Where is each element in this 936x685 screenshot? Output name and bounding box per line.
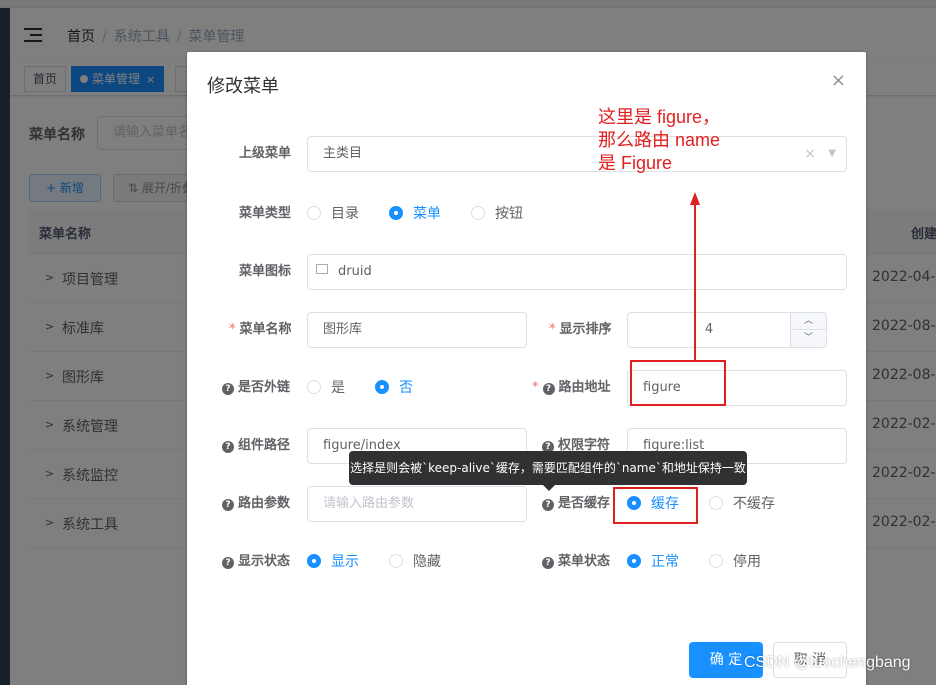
menu-icon-label: 菜单图标 xyxy=(239,264,292,279)
route-path-label: *? 路由地址 xyxy=(532,380,611,395)
menu-name-input[interactable]: 图形库 xyxy=(307,312,527,348)
menu-type-label: 菜单类型 xyxy=(239,206,292,221)
radio-type-directory[interactable]: 目录 xyxy=(307,196,359,232)
radio-cache-no[interactable]: 不缓存 xyxy=(709,486,775,522)
display-order-stepper[interactable]: 4 ︿ ﹀ xyxy=(627,312,827,348)
radio-status-disabled[interactable]: 停用 xyxy=(709,544,761,580)
chevron-down-icon: ▼ xyxy=(828,148,836,159)
increase-button[interactable]: ︿ xyxy=(790,313,826,330)
watermark: CSDN @luochengbang xyxy=(744,654,911,671)
radio-external-yes[interactable]: 是 xyxy=(307,370,345,406)
close-icon[interactable]: × xyxy=(831,70,846,91)
cache-label: ? 是否缓存 xyxy=(542,486,610,522)
annotation-arrow xyxy=(690,192,700,362)
display-order-label: * 显示排序 xyxy=(549,322,612,337)
picture-icon xyxy=(316,264,328,274)
tooltip-arrow xyxy=(543,485,555,491)
component-path-label: ? 组件路径 xyxy=(222,428,290,464)
route-query-label: ? 路由参数 xyxy=(222,486,290,522)
radio-external-no[interactable]: 否 xyxy=(375,370,413,406)
parent-menu-label: 上级菜单 xyxy=(239,146,292,161)
question-icon[interactable]: ? xyxy=(542,383,555,395)
highlight-route-path xyxy=(630,360,726,406)
radio-type-button[interactable]: 按钮 xyxy=(471,196,523,232)
question-icon[interactable]: ? xyxy=(222,441,234,453)
radio-type-menu[interactable]: 菜单 xyxy=(389,196,441,232)
radio-status-normal[interactable]: 正常 xyxy=(627,544,679,580)
menu-icon-input[interactable]: druid xyxy=(307,254,847,290)
highlight-cache xyxy=(613,487,698,524)
cache-tooltip: 选择是则会被`keep-alive`缓存，需要匹配组件的`name`和地址保持一… xyxy=(349,451,747,485)
radio-visible-hide[interactable]: 隐藏 xyxy=(389,544,441,580)
parent-menu-select[interactable]: 主类目 × ▼ xyxy=(307,136,847,172)
clear-icon[interactable]: × xyxy=(804,137,816,171)
radio-visible-show[interactable]: 显示 xyxy=(307,544,359,580)
external-link-label: ? 是否外链 xyxy=(222,370,290,406)
question-icon[interactable]: ? xyxy=(542,499,554,511)
route-query-input[interactable]: 请输入路由参数 xyxy=(307,486,527,522)
question-icon[interactable]: ? xyxy=(222,383,234,395)
menu-name-label: * 菜单名称 xyxy=(229,322,292,337)
question-icon[interactable]: ? xyxy=(222,499,234,511)
annotation-note: 这里是 figure， 那么路由 name 是 Figure xyxy=(598,107,721,173)
decrease-button[interactable]: ﹀ xyxy=(790,330,826,347)
question-icon[interactable]: ? xyxy=(542,557,554,569)
question-icon[interactable]: ? xyxy=(222,557,234,569)
visible-label: ? 显示状态 xyxy=(222,544,290,580)
dialog-title: 修改菜单 xyxy=(207,76,279,97)
menu-status-label: ? 菜单状态 xyxy=(542,544,610,580)
